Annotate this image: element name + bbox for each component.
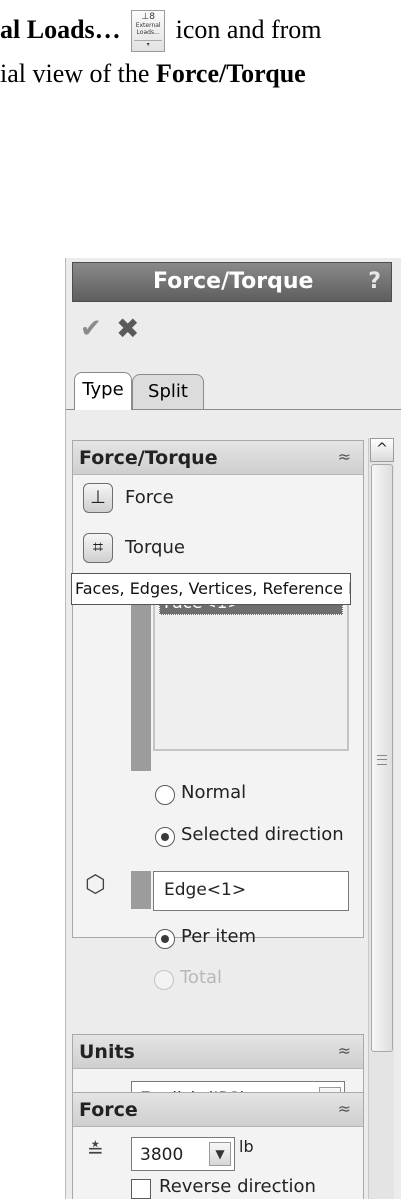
scroll-up-button[interactable]: ^	[370, 438, 394, 462]
chevron-down-icon: ▾	[134, 40, 163, 49]
selection-color-bar	[131, 585, 151, 771]
cancel-button[interactable]: ✖	[116, 312, 139, 345]
torque-option-label[interactable]: Torque	[125, 537, 185, 558]
force-option-label[interactable]: Force	[125, 487, 174, 508]
total-radio[interactable]	[154, 970, 174, 990]
help-button[interactable]: ?	[368, 263, 381, 301]
document-text-span: icon and from	[169, 15, 322, 44]
group-header[interactable]: Units ≈	[73, 1035, 363, 1069]
force-value-icon: ≛	[87, 1138, 104, 1162]
selection-tooltip: Faces, Edges, Vertices, Reference Po	[71, 573, 351, 605]
group-title: Units	[79, 1041, 135, 1063]
selected-direction-radio[interactable]	[155, 827, 175, 847]
scroll-thumb[interactable]	[371, 464, 393, 1052]
group-header[interactable]: Force ≈	[73, 1093, 363, 1127]
per-item-radio[interactable]	[155, 929, 175, 949]
collapse-icon[interactable]: ≈	[338, 447, 351, 466]
document-bold-text: Force/Torque	[155, 59, 306, 88]
vertical-scrollbar[interactable]: ^	[368, 438, 394, 1199]
grip-icon	[377, 755, 387, 765]
force-value: 3800	[140, 1145, 184, 1165]
property-manager-title: Force/Torque	[153, 269, 314, 294]
document-text-span: ial view of the	[0, 59, 156, 88]
total-radio-label[interactable]: Total	[180, 967, 222, 988]
force-torque-group: Force/Torque ≈ ⊥ Force ⌗ Torque ⬡ Face<1…	[71, 440, 364, 949]
force-value-combo[interactable]: 3800 ▼	[131, 1137, 235, 1171]
per-item-radio-label[interactable]: Per item	[181, 926, 256, 947]
chevron-down-icon[interactable]: ▼	[209, 1142, 231, 1166]
selected-direction-radio-label[interactable]: Selected direction	[181, 824, 344, 845]
tab-split[interactable]: Split	[132, 374, 204, 410]
tab-type[interactable]: Type	[74, 372, 132, 410]
direction-reference-field[interactable]: Edge<1>	[153, 871, 349, 911]
reverse-direction-checkbox[interactable]	[131, 1179, 151, 1199]
document-line-2: ial view of the Force/Torque	[0, 56, 306, 92]
external-loads-icon: ⊥8 External Loads... ▾	[131, 10, 166, 52]
page: al Loads… ⊥8 External Loads... ▾ icon an…	[0, 0, 401, 1199]
group-title: Force	[79, 1099, 138, 1121]
collapse-icon[interactable]: ≈	[338, 1041, 351, 1060]
torque-icon[interactable]: ⌗	[83, 533, 113, 563]
normal-radio-label[interactable]: Normal	[181, 782, 246, 803]
force-icon[interactable]: ⊥	[83, 483, 113, 513]
normal-radio[interactable]	[155, 785, 175, 805]
document-line-1: al Loads… ⊥8 External Loads... ▾ icon an…	[0, 10, 322, 52]
selection-color-bar	[131, 871, 151, 909]
group-header[interactable]: Force/Torque ≈	[73, 441, 363, 475]
group-title: Force/Torque	[79, 447, 218, 469]
force-unit-label: lb	[239, 1137, 254, 1156]
external-loads-glyph: ⊥8	[141, 12, 155, 22]
document-bold-text: al Loads…	[0, 15, 121, 44]
reverse-direction-label[interactable]: Reverse direction	[159, 1176, 316, 1197]
ok-button[interactable]: ✔	[80, 314, 102, 344]
collapse-icon[interactable]: ≈	[338, 1099, 351, 1118]
force-torque-property-manager: Force/Torque ? ✔ ✖ Type Split ^ Force/To…	[65, 258, 401, 1199]
direction-reference-icon: ⬡	[85, 870, 106, 898]
external-loads-label: External Loads...	[135, 22, 161, 36]
force-group: Force ≈ ≛ 3800 ▼ lb Reverse direction	[72, 1092, 364, 1199]
property-manager-title-bar: Force/Torque ?	[72, 262, 392, 302]
faces-selection-list[interactable]: Face<1>	[153, 585, 349, 751]
